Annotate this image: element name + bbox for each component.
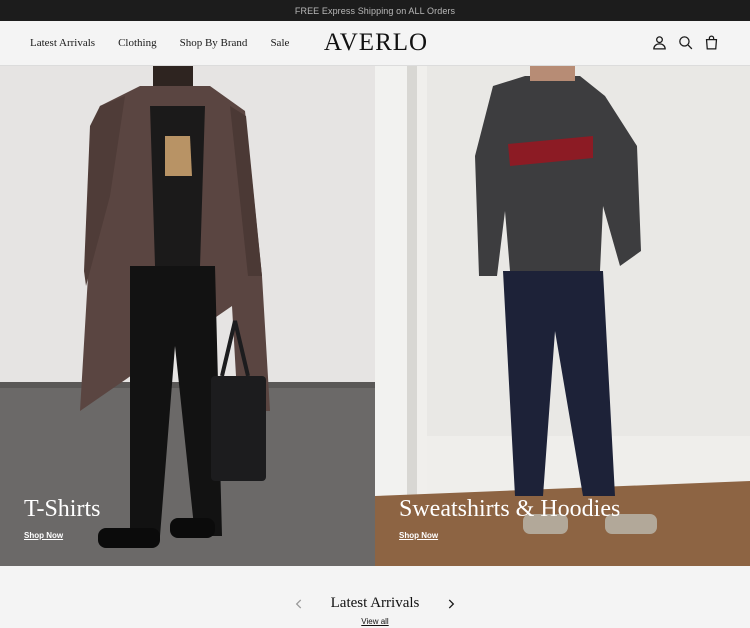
main-nav: Latest Arrivals Clothing Shop By Brand S… (30, 21, 312, 65)
arrivals-title: Latest Arrivals (330, 595, 420, 611)
tshirts-photo (0, 66, 375, 566)
chevron-left-icon[interactable] (292, 597, 306, 611)
view-all-link[interactable]: View all (0, 617, 750, 626)
announcement-bar: FREE Express Shipping on ALL Orders (0, 0, 750, 21)
header-icons (651, 34, 720, 51)
site-header: Latest Arrivals Clothing Shop By Brand S… (0, 21, 750, 66)
tshirts-title[interactable]: T-Shirts (24, 496, 100, 523)
account-icon[interactable] (651, 34, 668, 51)
site-logo[interactable]: AVERLO (322, 29, 430, 57)
search-icon[interactable] (677, 34, 694, 51)
sweatshirts-photo (375, 66, 750, 566)
cart-icon[interactable] (703, 34, 720, 51)
hero-banner: T-Shirts Shop Now Sweatshirts & Hoodies … (0, 66, 750, 566)
chevron-right-icon[interactable] (444, 597, 458, 611)
latest-arrivals-section: Latest Arrivals View all (0, 566, 750, 628)
nav-sale[interactable]: Sale (270, 37, 289, 49)
tshirts-shop-now-link[interactable]: Shop Now (24, 531, 63, 540)
hero-panel-sweatshirts[interactable]: Sweatshirts & Hoodies Shop Now (375, 66, 750, 566)
announcement-text: FREE Express Shipping on ALL Orders (294, 5, 456, 16)
nav-latest-arrivals[interactable]: Latest Arrivals (30, 37, 95, 49)
nav-clothing[interactable]: Clothing (118, 37, 157, 49)
hero-panel-tshirts[interactable]: T-Shirts Shop Now (0, 66, 375, 566)
nav-shop-by-brand[interactable]: Shop By Brand (180, 37, 248, 49)
sweatshirts-shop-now-link[interactable]: Shop Now (399, 531, 438, 540)
sweatshirts-title[interactable]: Sweatshirts & Hoodies (399, 496, 620, 523)
arrivals-header: Latest Arrivals (0, 595, 750, 612)
